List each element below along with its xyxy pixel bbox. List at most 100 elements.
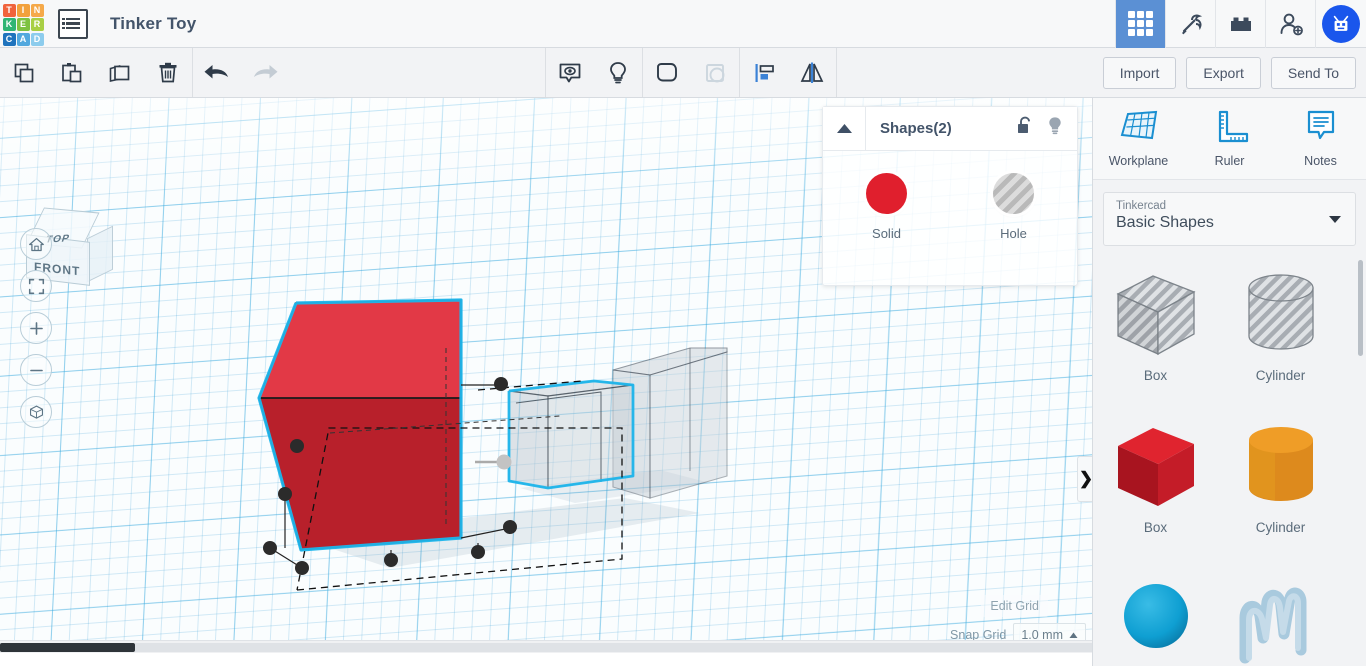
paste-icon <box>62 62 82 82</box>
zoom-in-button[interactable] <box>20 312 52 344</box>
highlight-toggle-button[interactable] <box>1047 116 1063 141</box>
duplicate-button[interactable] <box>96 48 144 97</box>
shape-box-red[interactable]: Box <box>1093 406 1218 558</box>
logo-tile-e: E <box>16 18 30 32</box>
shape-label: Box <box>1143 520 1168 535</box>
align-icon <box>755 63 774 82</box>
lightbulb-icon <box>609 61 626 83</box>
picker-supertitle: Tinkercad <box>1116 200 1167 212</box>
grid-view-tab[interactable] <box>1115 0 1165 48</box>
unlock-icon <box>1018 116 1030 133</box>
add-user-icon <box>1280 13 1303 35</box>
logo-tile-n: N <box>30 4 44 17</box>
avatar[interactable] <box>1322 4 1360 43</box>
solid-option[interactable]: Solid <box>866 173 907 241</box>
toolbar-divider <box>835 48 837 97</box>
shape-label: Cylinder <box>1255 368 1306 383</box>
group-button[interactable] <box>643 48 691 97</box>
main-toolbar: Import Export Send To <box>0 48 1366 98</box>
ungroup-shape-icon <box>705 63 725 82</box>
projection-toggle-button[interactable] <box>20 396 52 428</box>
redo-arrow-icon <box>254 64 278 78</box>
hole-swatch[interactable] <box>993 173 1034 214</box>
align-button[interactable] <box>740 48 788 97</box>
scribble-solid-thumbnail <box>1239 587 1306 664</box>
undo-button[interactable] <box>193 48 241 97</box>
sidebar-tools-row: Workplane Ruler Notes <box>1093 98 1366 180</box>
shapes-library-grid[interactable]: Box Cylinder Box Cylinder <box>1093 254 1366 666</box>
duplicate-icon <box>109 64 130 82</box>
pickaxe-tab[interactable] <box>1165 0 1215 48</box>
view-cube-side-face[interactable] <box>87 225 113 283</box>
highlight-button[interactable] <box>594 48 642 97</box>
workplane-label: Workplane <box>1108 154 1169 168</box>
shape-cylinder-hole[interactable]: Cylinder <box>1218 254 1343 406</box>
redo-button <box>241 48 289 97</box>
minus-icon <box>29 369 43 371</box>
eye-bubble-icon <box>559 63 581 82</box>
app-header: TIN KERCAD Tinker Toy <box>0 0 1366 48</box>
edit-grid-button[interactable]: Edit Grid <box>981 595 1048 617</box>
show-hide-button[interactable] <box>546 48 594 97</box>
right-sidebar: Workplane Ruler Notes Tinkercad Basic Sh… <box>1092 98 1366 666</box>
ruler-tool[interactable]: Ruler <box>1193 108 1267 168</box>
inspector-collapse-button[interactable] <box>823 107 866 150</box>
zoom-out-button[interactable] <box>20 354 52 386</box>
fit-view-button[interactable] <box>20 270 52 302</box>
robot-face-icon <box>1333 15 1349 31</box>
fit-to-view-icon <box>28 278 44 294</box>
avatar-container <box>1315 0 1366 48</box>
box-solid-thumbnail <box>1117 428 1194 506</box>
export-button[interactable]: Export <box>1186 56 1261 89</box>
panel-toggle-tab[interactable]: ❯ <box>1077 456 1092 502</box>
cylinder-solid-thumbnail <box>1248 427 1313 501</box>
group-shape-icon <box>656 62 677 81</box>
shape-cylinder-orange[interactable]: Cylinder <box>1218 406 1343 558</box>
chevron-right-icon: ❯ <box>1078 469 1092 488</box>
tinkercad-logo[interactable]: TIN KERCAD <box>0 1 46 47</box>
shape-label: Box <box>1143 368 1168 383</box>
shape-scribble-blue[interactable] <box>1218 558 1343 666</box>
solid-swatch[interactable] <box>866 173 907 214</box>
list-document-icon[interactable] <box>58 8 88 39</box>
send-to-button[interactable]: Send To <box>1270 56 1356 89</box>
chevron-down-icon <box>1329 216 1341 223</box>
notes-icon <box>1307 110 1334 140</box>
logo-tile-c: C <box>2 32 16 46</box>
page-title: Tinker Toy <box>110 13 197 33</box>
brick-tab[interactable] <box>1215 0 1265 48</box>
ungroup-button <box>691 48 739 97</box>
trash-icon <box>159 62 177 82</box>
toolbar-center-group <box>544 48 837 97</box>
inspector-body: Solid Hole <box>823 151 1077 241</box>
shape-label: Cylinder <box>1255 520 1306 535</box>
sidebar-scrollbar-thumb[interactable] <box>1358 260 1363 356</box>
copy-button[interactable] <box>0 48 48 97</box>
shape-library-picker[interactable]: Tinkercad Basic Shapes <box>1103 192 1356 246</box>
pickaxe-icon <box>1181 14 1202 34</box>
unlock-button[interactable] <box>1016 116 1033 141</box>
add-user-tab[interactable] <box>1265 0 1315 48</box>
logo-tile-a: A <box>16 32 30 46</box>
inspector-title: Shapes(2) <box>880 120 952 137</box>
plus-icon <box>29 321 43 335</box>
delete-button[interactable] <box>144 48 192 97</box>
sphere-solid-thumbnail <box>1123 584 1188 648</box>
import-button[interactable]: Import <box>1102 56 1177 89</box>
home-view-button[interactable] <box>20 228 52 260</box>
logo-tile-r: R <box>30 18 44 32</box>
mirror-icon <box>800 62 824 83</box>
scrollbar-track[interactable] <box>135 643 1092 652</box>
scrollbar-thumb[interactable] <box>0 643 135 652</box>
notes-tool[interactable]: Notes <box>1284 108 1358 168</box>
triangle-up-icon <box>836 124 852 133</box>
horizontal-scrollbar[interactable] <box>0 640 1092 653</box>
workplane-tool[interactable]: Workplane <box>1102 108 1176 168</box>
mirror-button[interactable] <box>788 48 836 97</box>
cube-projection-icon <box>29 405 43 419</box>
hole-option[interactable]: Hole <box>993 173 1034 241</box>
paste-button[interactable] <box>48 48 96 97</box>
shape-sphere-blue[interactable] <box>1093 558 1218 666</box>
undo-arrow-icon <box>204 64 228 78</box>
shape-box-hole[interactable]: Box <box>1093 254 1218 406</box>
